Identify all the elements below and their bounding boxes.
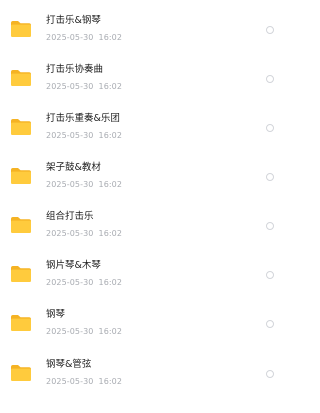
folder-name: 打击乐协奏曲	[46, 64, 104, 75]
select-radio[interactable]	[266, 173, 274, 181]
folder-time: 16:02	[98, 180, 123, 189]
folder-icon	[10, 314, 32, 332]
folder-name: 打击乐&钢琴	[46, 15, 101, 26]
folder-date: 2025-05-30	[46, 33, 94, 42]
folder-row[interactable]: 打击乐重奏&乐团 2025-05-30 16:02	[0, 98, 282, 147]
folder-name: 打击乐重奏&乐团	[46, 113, 120, 124]
folder-name: 钢琴	[46, 309, 66, 320]
folder-date: 2025-05-30	[46, 131, 94, 140]
folder-date: 2025-05-30	[46, 82, 94, 91]
folder-row[interactable]: 钢琴 2025-05-30 16:02	[0, 294, 282, 343]
select-radio[interactable]	[266, 320, 274, 328]
folder-time: 16:02	[98, 131, 123, 140]
folder-row[interactable]: 打击乐协奏曲 2025-05-30 16:02	[0, 49, 282, 98]
folder-timestamp: 2025-05-30 16:02	[46, 278, 122, 288]
folder-icon	[10, 69, 32, 87]
folder-timestamp: 2025-05-30 16:02	[46, 180, 122, 190]
folder-time: 16:02	[98, 278, 123, 287]
folder-icon	[10, 20, 32, 38]
select-radio[interactable]	[266, 271, 274, 279]
folder-icon	[10, 265, 32, 283]
folder-timestamp: 2025-05-30 16:02	[46, 229, 122, 239]
folder-timestamp: 2025-05-30 16:02	[46, 82, 122, 92]
folder-time: 16:02	[98, 229, 123, 238]
folder-row[interactable]: 打击乐&钢琴 2025-05-30 16:02	[0, 0, 282, 49]
folder-icon	[10, 118, 32, 136]
folder-icon	[10, 364, 32, 382]
folder-row[interactable]: 钢片琴&木琴 2025-05-30 16:02	[0, 245, 282, 294]
folder-name: 钢琴&管弦	[46, 359, 92, 370]
folder-date: 2025-05-30	[46, 377, 94, 386]
folder-row[interactable]: 组合打击乐 2025-05-30 16:02	[0, 196, 282, 245]
folder-name: 组合打击乐	[46, 211, 94, 222]
select-radio[interactable]	[266, 75, 274, 83]
folder-date: 2025-05-30	[46, 229, 94, 238]
folder-date: 2025-05-30	[46, 180, 94, 189]
folder-time: 16:02	[98, 327, 123, 336]
folder-icon	[10, 167, 32, 185]
select-radio[interactable]	[266, 370, 274, 378]
folder-timestamp: 2025-05-30 16:02	[46, 131, 122, 141]
folder-time: 16:02	[98, 377, 123, 386]
select-radio[interactable]	[266, 124, 274, 132]
select-radio[interactable]	[266, 26, 274, 34]
folder-name: 钢片琴&木琴	[46, 260, 101, 271]
folder-icon	[10, 216, 32, 234]
folder-list: 打击乐&钢琴 2025-05-30 16:02 打击乐协奏曲 2025-05-30…	[0, 0, 282, 413]
folder-row[interactable]: 钢琴&管弦 2025-05-30 16:02	[0, 343, 282, 392]
folder-row[interactable]: 架子鼓&教材 2025-05-30 16:02	[0, 147, 282, 196]
folder-timestamp: 2025-05-30 16:02	[46, 377, 122, 387]
folder-date: 2025-05-30	[46, 278, 94, 287]
folder-name: 架子鼓&教材	[46, 162, 101, 173]
folder-time: 16:02	[98, 82, 123, 91]
folder-time: 16:02	[98, 33, 123, 42]
folder-timestamp: 2025-05-30 16:02	[46, 33, 122, 43]
folder-date: 2025-05-30	[46, 327, 94, 336]
folder-timestamp: 2025-05-30 16:02	[46, 327, 122, 337]
select-radio[interactable]	[266, 222, 274, 230]
